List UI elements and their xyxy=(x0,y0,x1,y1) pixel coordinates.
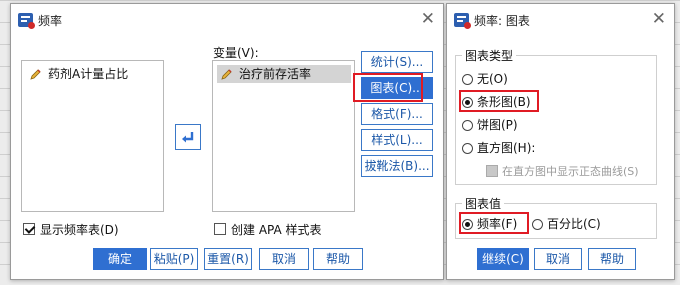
ok-button[interactable]: 确定 xyxy=(93,248,147,270)
display-frequency-checkbox[interactable] xyxy=(23,223,35,235)
list-item-label: 药剂A计量占比 xyxy=(48,67,129,81)
format-button[interactable]: 格式(F)... xyxy=(361,103,433,125)
normal-curve-label: 在直方图中显示正态曲线(S) xyxy=(502,165,639,178)
radio[interactable] xyxy=(532,219,543,230)
apa-table-checkbox[interactable] xyxy=(214,223,226,235)
charts-dialog-titlebar: 频率: 图表 ✕ xyxy=(447,4,674,36)
app-icon xyxy=(18,13,35,29)
list-item-label: 治疗前存活率 xyxy=(239,67,312,81)
close-icon[interactable]: ✕ xyxy=(652,9,666,29)
chart-type-none-label: 无(O) xyxy=(477,72,508,86)
frequency-option-highlight xyxy=(459,212,529,234)
percent-label: 百分比(C) xyxy=(547,217,601,231)
dialog-title: 频率 xyxy=(38,14,63,28)
chart-values-group: 图表值 频率(F) 百分比(C) xyxy=(455,195,657,239)
help-button[interactable]: 帮助 xyxy=(313,248,363,270)
pencil-icon xyxy=(30,69,41,80)
continue-button[interactable]: 继续(C) xyxy=(477,248,529,270)
list-item[interactable]: 治疗前存活率 xyxy=(217,65,351,83)
source-variable-list[interactable]: 药剂A计量占比 xyxy=(21,60,164,212)
dialog-title: 频率: 图表 xyxy=(474,14,530,28)
chart-type-group: 图表类型 无(O) 条形图(B) 饼图(P) 直方图(H): 在直方图中显示正态… xyxy=(455,47,657,185)
variables-label: 变量(V): xyxy=(213,46,259,60)
charts-button-highlight xyxy=(353,73,423,102)
cancel-button[interactable]: 取消 xyxy=(259,248,309,270)
move-variable-button[interactable] xyxy=(175,124,201,150)
reset-button[interactable]: 重置(R) xyxy=(204,248,252,270)
radio[interactable] xyxy=(462,120,473,131)
display-frequency-label: 显示频率表(D) xyxy=(40,223,119,237)
chart-values-title: 图表值 xyxy=(462,195,505,212)
pencil-icon xyxy=(221,69,232,80)
chart-type-histogram-label: 直方图(H): xyxy=(477,141,536,155)
paste-button[interactable]: 粘贴(P) xyxy=(150,248,198,270)
radio[interactable] xyxy=(462,143,473,154)
charts-dialog: 频率: 图表 ✕ 图表类型 无(O) 条形图(B) 饼图(P) 直方图(H): … xyxy=(446,3,675,280)
list-item[interactable]: 药剂A计量占比 xyxy=(26,65,132,83)
target-variable-list[interactable]: 治疗前存活率 xyxy=(212,60,355,212)
radio[interactable] xyxy=(462,74,473,85)
frequency-dialog: 频率 ✕ 药剂A计量占比 变量(V): 治疗前存活率 统计(S)... 图表(C… xyxy=(10,3,444,280)
cancel-button[interactable]: 取消 xyxy=(534,248,582,270)
frequency-dialog-titlebar: 频率 ✕ xyxy=(11,4,443,36)
chart-type-title: 图表类型 xyxy=(462,47,517,64)
apa-table-label: 创建 APA 样式表 xyxy=(231,223,322,237)
style-button[interactable]: 样式(L)... xyxy=(361,129,433,151)
bar-option-highlight xyxy=(459,90,539,112)
close-icon[interactable]: ✕ xyxy=(421,9,435,29)
statistics-button[interactable]: 统计(S)... xyxy=(361,51,433,73)
help-button[interactable]: 帮助 xyxy=(588,248,636,270)
arrow-move-icon xyxy=(182,132,194,143)
app-icon xyxy=(454,13,471,29)
normal-curve-checkbox[interactable] xyxy=(486,165,498,177)
chart-type-pie-label: 饼图(P) xyxy=(477,118,518,132)
bootstrap-button[interactable]: 拔靴法(B)... xyxy=(361,155,433,177)
